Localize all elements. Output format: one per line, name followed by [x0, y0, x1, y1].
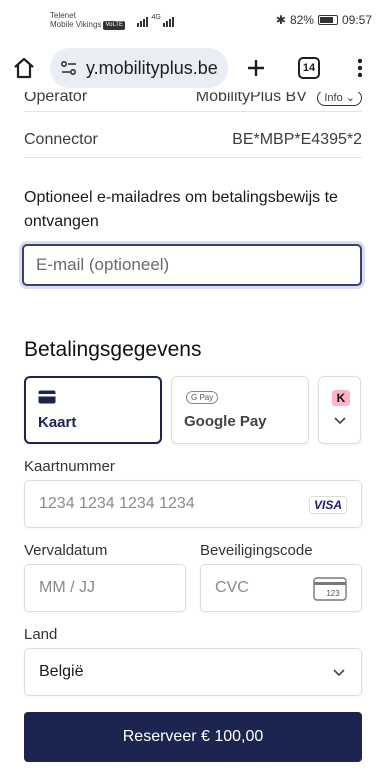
email-input[interactable] [22, 244, 362, 286]
cvc-card-icon: 123 [313, 577, 347, 601]
cvc-icon-text: 123 [326, 589, 340, 598]
country-label: Land [24, 626, 58, 643]
connector-label: Connector [24, 130, 98, 148]
cvc-label: Beveiligingscode [200, 542, 313, 559]
volte-badge: VoLTE [103, 21, 126, 30]
chevron-down-icon [333, 669, 345, 677]
expiry-field[interactable]: MM / JJ [24, 564, 186, 612]
google-pay-icon: G Pay [186, 391, 219, 404]
carrier-name-secondary: Mobile Vikings [50, 20, 102, 29]
status-right: ✱ 82% 09:57 [276, 13, 372, 27]
connector-value: BE*MBP*E4395*2 [232, 130, 362, 148]
payment-method-more[interactable]: K [318, 376, 361, 444]
payment-method-google-pay-label: Google Pay [184, 413, 267, 430]
carrier-info: Telenet Mobile Vikings VoLTE [50, 11, 126, 30]
network-type: 4G [151, 14, 161, 21]
reserve-button[interactable]: Reserveer € 100,00 [24, 712, 362, 762]
expiry-label: Vervaldatum [24, 542, 108, 559]
connector-row: Connector BE*MBP*E4395*2 [24, 130, 362, 158]
operator-value: MobilityPlus BV [195, 92, 307, 105]
new-tab-icon[interactable] [244, 56, 268, 80]
tab-switcher-button[interactable]: 14 [298, 57, 320, 79]
signal-indicator: 4G [137, 14, 175, 27]
address-bar[interactable]: y.mobilityplus.be [50, 48, 228, 88]
site-settings-icon[interactable] [60, 59, 78, 77]
chevron-down-icon [334, 417, 346, 425]
signal-bars-icon [137, 17, 149, 27]
visa-icon: VISA [308, 496, 347, 514]
status-bar: Telenet Mobile Vikings VoLTE 4G ✱ 82% 09:… [0, 0, 386, 44]
card-number-placeholder: 1234 1234 1234 1234 [39, 495, 195, 512]
country-value: België [39, 663, 84, 680]
info-button[interactable]: Info ⌄ [317, 92, 362, 106]
payment-section-title: Betalingsgegevens [24, 338, 202, 361]
url-text: y.mobilityplus.be [86, 57, 218, 78]
carrier-name: Telenet [50, 11, 76, 20]
battery-icon [317, 15, 338, 25]
payment-method-card-label: Kaart [38, 414, 77, 431]
home-icon[interactable] [12, 56, 36, 80]
country-select[interactable]: België [24, 648, 362, 696]
bluetooth-icon: ✱ [275, 13, 286, 27]
email-label: Optioneel e-mailadres om betalingsbewijs… [24, 189, 338, 230]
payment-method-google-pay[interactable]: G Pay Google Pay [171, 376, 309, 444]
overflow-menu-icon[interactable] [356, 56, 364, 80]
battery-percent: 82% [289, 13, 314, 27]
card-number-label: Kaartnummer [24, 458, 115, 475]
page-content: Operator MobilityPlus BV Info ⌄ Connecto… [0, 92, 386, 782]
operator-label: Operator [24, 92, 88, 105]
operator-value-group: MobilityPlus BV Info ⌄ [196, 92, 362, 106]
clock: 09:57 [341, 13, 372, 27]
browser-toolbar: y.mobilityplus.be 14 [0, 44, 386, 92]
info-label: Info [324, 92, 343, 104]
card-number-field[interactable]: 1234 1234 1234 1234 VISA [24, 480, 362, 528]
payment-method-card[interactable]: Kaart [24, 376, 162, 444]
expiry-placeholder: MM / JJ [39, 579, 95, 596]
klarna-icon: K [332, 390, 350, 406]
cvc-field[interactable]: CVC 123 [200, 564, 362, 612]
cvc-placeholder: CVC [215, 579, 249, 596]
signal-bars-icon-2 [163, 17, 175, 27]
card-icon [38, 390, 56, 404]
operator-row: Operator MobilityPlus BV Info ⌄ [24, 92, 362, 112]
